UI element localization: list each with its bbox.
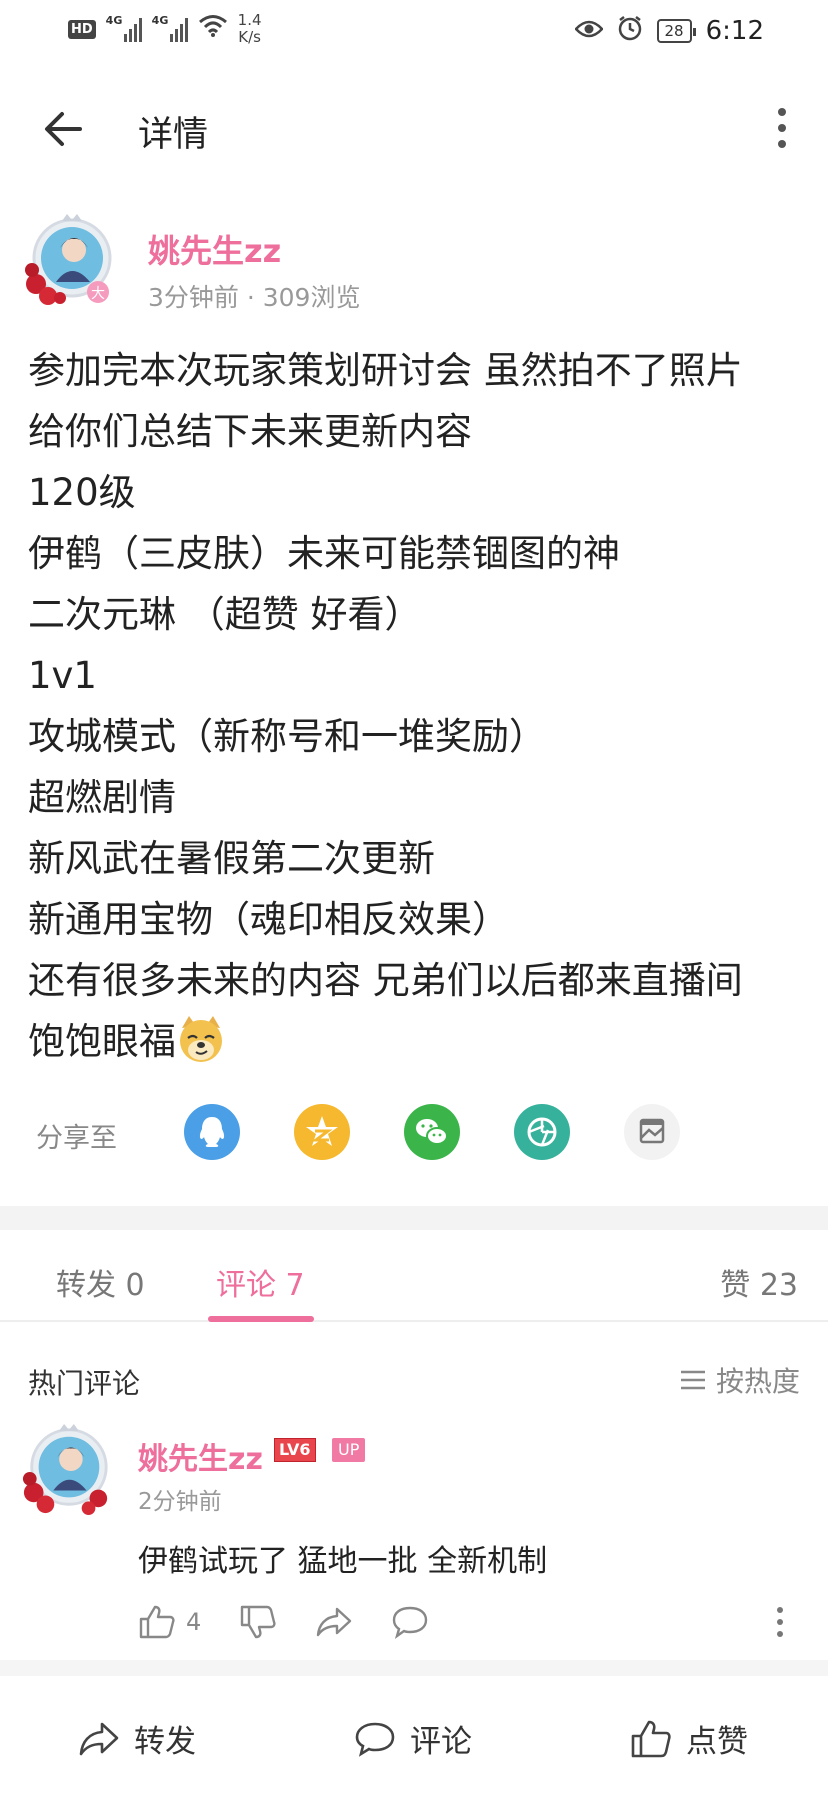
status-bar-left: HD 4G 4G 1.4 K/s [68, 12, 262, 46]
comment-icon [355, 1722, 395, 1757]
clock: 6:12 [705, 16, 764, 46]
doge-emoji-icon [176, 1014, 226, 1064]
battery-icon: 28 [656, 19, 696, 43]
comment-like-count: 4 [186, 1608, 202, 1636]
signal-icon: 4G [105, 14, 142, 42]
post-line: 伊鹤（三皮肤）未来可能禁锢图的神 [28, 532, 620, 575]
signal-label: 4G [105, 14, 123, 27]
alarm-icon [617, 15, 643, 47]
post-content: 参加完本次玩家策划研讨会 虽然拍不了照片 给你们总结下未来更新内容 120级 伊… [28, 340, 808, 1072]
comment-share-button[interactable] [315, 1604, 353, 1640]
comment-actions: 4 [138, 1604, 467, 1640]
post-line: 参加完本次玩家策划研讨会 虽然拍不了照片 [28, 349, 743, 392]
post-line: 攻城模式（新称号和一堆奖励） [28, 715, 546, 758]
comment-more-icon[interactable] [776, 1606, 784, 1638]
user-badge: 大 [91, 286, 105, 302]
hd-indicator: HD [68, 19, 96, 39]
network-speed: 1.4 K/s [238, 12, 262, 46]
repost-button[interactable]: 转发 [78, 1716, 196, 1761]
post-line: 120级 [28, 471, 136, 514]
post-meta: 3分钟前 · 309浏览 [148, 283, 361, 312]
post-line: 新通用宝物（魂印相反效果） [28, 898, 509, 941]
sort-list-icon [680, 1370, 705, 1390]
comment-reply-button[interactable] [391, 1604, 429, 1640]
bottom-divider [0, 1660, 828, 1676]
repost-icon [79, 1722, 119, 1755]
comment-label: 评论 [410, 1724, 472, 1760]
thumbs-up-icon [139, 1605, 175, 1639]
save-image-icon [624, 1104, 680, 1160]
comment-text: 伊鹤试玩了 猛地一批 全新机制 [138, 1544, 548, 1579]
comment-avatar[interactable] [20, 1422, 114, 1516]
page-title: 详情 [138, 115, 209, 155]
share-qzone-button[interactable] [294, 1104, 350, 1160]
like-button[interactable]: 点赞 [630, 1716, 748, 1761]
qzone-icon [294, 1104, 350, 1160]
engagement-tabs: 转发 0 评论 7 赞 23 [0, 1230, 828, 1322]
wechat-icon [404, 1104, 460, 1160]
signal-label-2: 4G [151, 14, 169, 27]
post-line: 新风武在暑假第二次更新 [28, 837, 435, 880]
post-line: 还有很多未来的内容 兄弟们以后都来直播间 [28, 959, 743, 1002]
signal-icon-2: 4G [151, 14, 188, 42]
speed-unit: K/s [238, 28, 261, 46]
share-label: 分享至 [36, 1123, 117, 1154]
level-badge: LV6 [274, 1438, 316, 1462]
share-qq-button[interactable] [184, 1104, 240, 1160]
share-wechat-button[interactable] [404, 1104, 460, 1160]
author-name[interactable]: 姚先生zz [148, 226, 281, 272]
app-header: 详情 [0, 80, 828, 176]
status-bar: HD 4G 4G 1.4 K/s 28 6:12 [0, 0, 828, 62]
active-tab-indicator [208, 1316, 314, 1322]
moments-icon [514, 1104, 570, 1160]
share-save-image-button[interactable] [624, 1104, 680, 1160]
tab-comment[interactable]: 评论 7 [216, 1260, 305, 1304]
share-arrow-icon [317, 1607, 352, 1637]
thumbs-down-icon [241, 1605, 276, 1639]
sort-label: 按热度 [715, 1365, 800, 1398]
post-line: 超燃剧情 [28, 776, 176, 819]
share-moments-button[interactable] [514, 1104, 570, 1160]
hot-comments-title: 热门评论 [28, 1367, 141, 1400]
comment-like-button[interactable]: 4 [138, 1604, 201, 1640]
post-line-text: 饱饱眼福 [28, 1020, 176, 1063]
section-divider [0, 1206, 828, 1230]
post-line: 给你们总结下未来更新内容 [28, 410, 472, 453]
author-avatar[interactable]: 大 [22, 212, 118, 308]
comment-author-name[interactable]: 姚先生zz [138, 1434, 263, 1478]
more-options-icon[interactable] [774, 106, 790, 150]
comment-time: 2分钟前 [138, 1489, 222, 1515]
repost-label: 转发 [134, 1724, 196, 1760]
post-line: 二次元琳 （超赞 好看） [28, 593, 422, 636]
sort-by-popularity-button[interactable]: 按热度 [680, 1360, 800, 1400]
like-icon [631, 1720, 671, 1757]
speech-bubble-icon [393, 1606, 428, 1639]
up-badge: UP [332, 1438, 366, 1462]
bottom-action-bar: 转发 评论 点赞 [0, 1676, 828, 1794]
comment-dislike-button[interactable] [239, 1604, 277, 1640]
tab-repost[interactable]: 转发 0 [56, 1260, 145, 1304]
tab-like[interactable]: 赞 23 [720, 1260, 798, 1304]
eye-icon [573, 17, 604, 45]
speed-value: 1.4 [237, 11, 262, 29]
post-line: 1v1 [28, 654, 97, 697]
wifi-icon [198, 14, 228, 44]
like-label: 点赞 [686, 1724, 748, 1760]
status-bar-right: 28 6:12 [573, 15, 764, 47]
post-line-last: 饱饱眼福 [28, 1011, 808, 1072]
comment-button[interactable]: 评论 [354, 1716, 472, 1761]
back-arrow-icon[interactable] [40, 106, 86, 152]
qq-icon [184, 1104, 240, 1160]
